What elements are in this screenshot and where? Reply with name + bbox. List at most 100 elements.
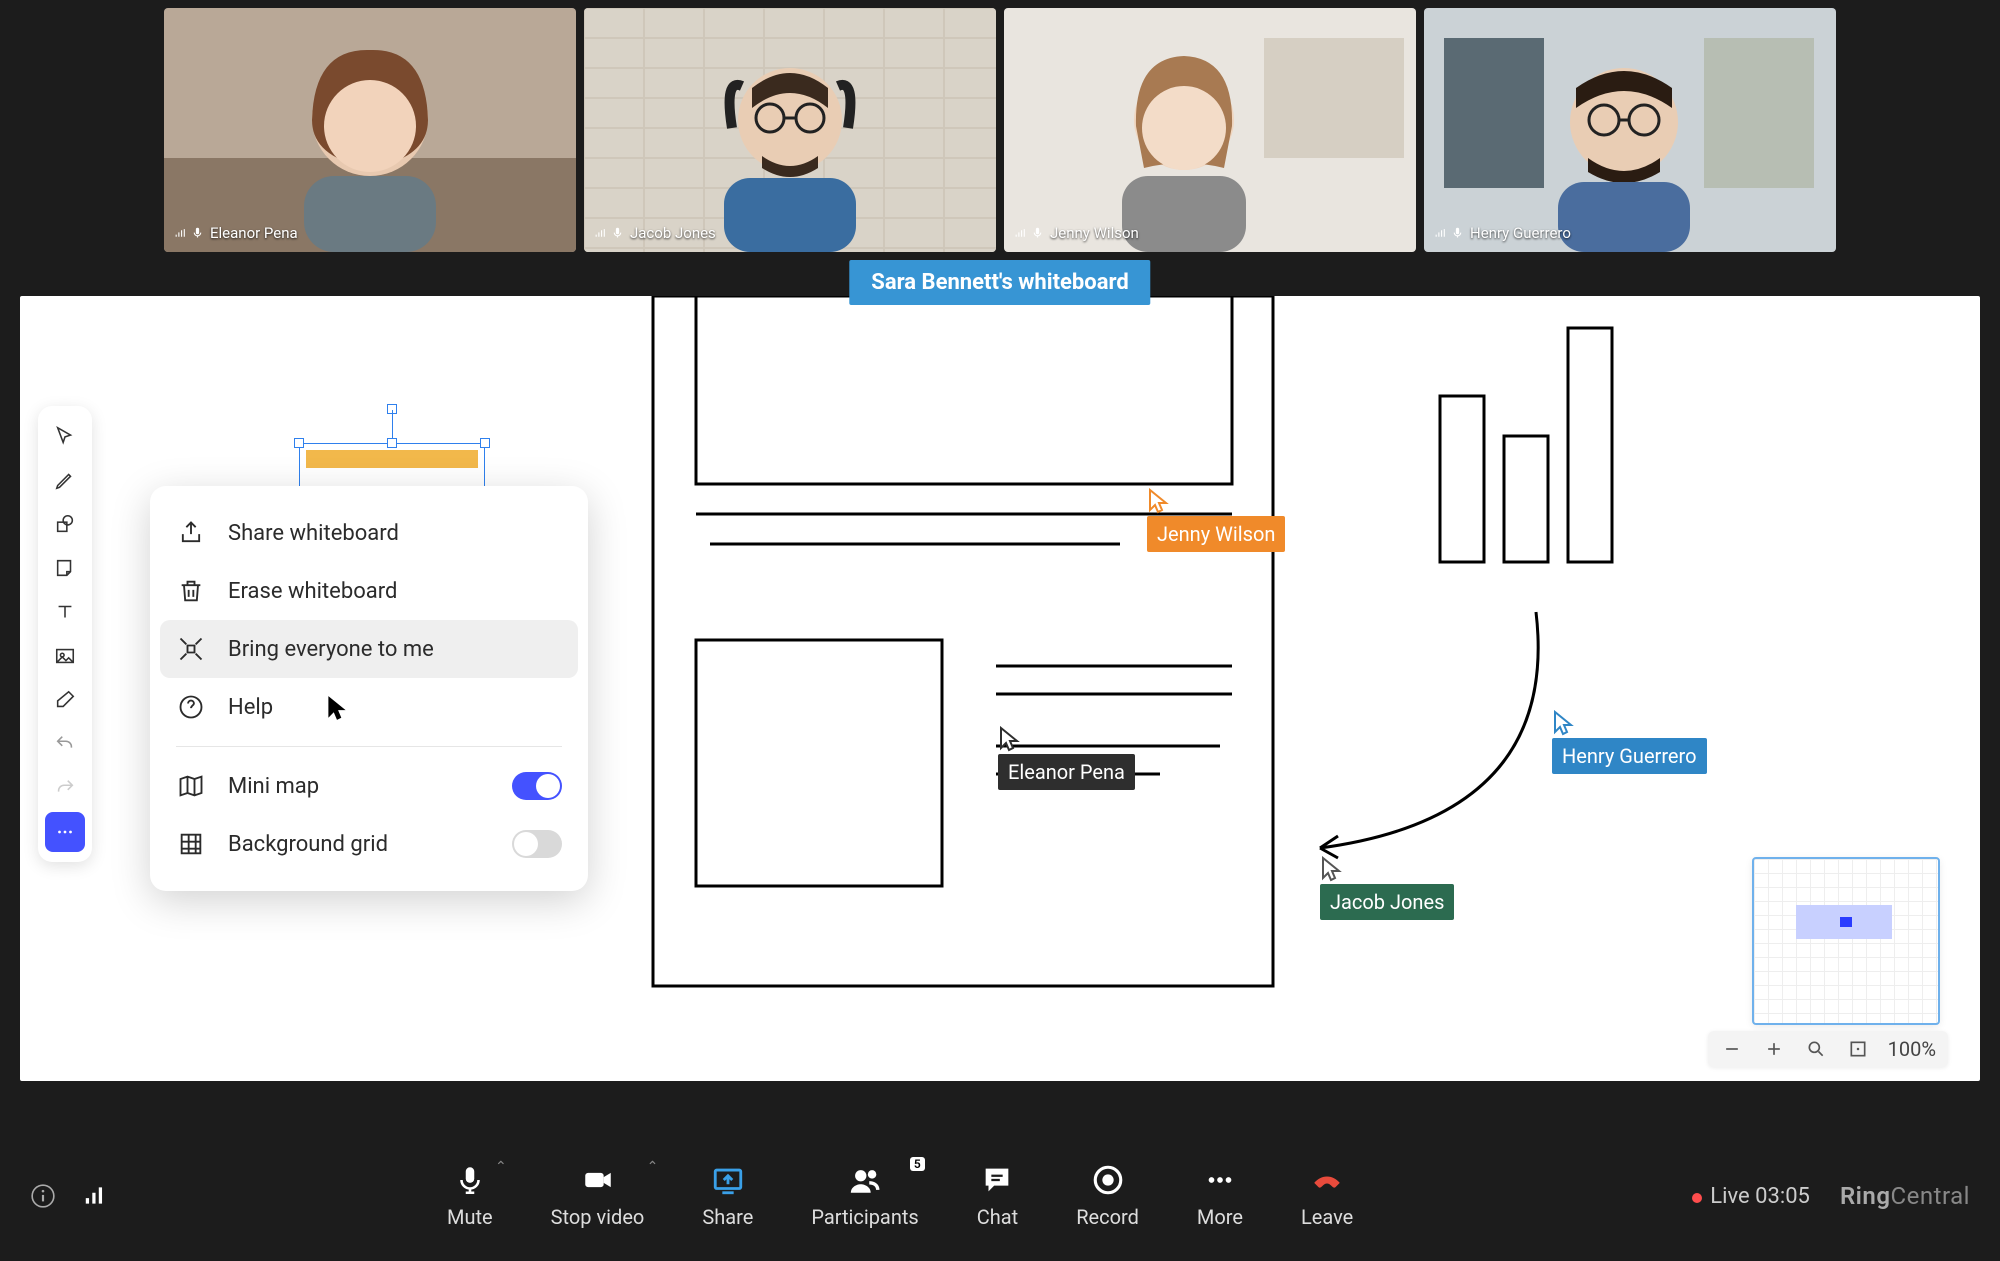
record-icon — [1091, 1163, 1125, 1197]
microphone-icon — [453, 1163, 487, 1197]
collaborator-cursor-jacob: Jacob Jones — [1320, 856, 1454, 920]
leave-button[interactable]: Leave — [1301, 1163, 1353, 1229]
chevron-up-icon[interactable]: ⌃ — [495, 1159, 507, 1175]
info-icon[interactable] — [30, 1183, 56, 1209]
share-button[interactable]: Share — [702, 1163, 753, 1229]
zoom-in-button[interactable] — [1762, 1037, 1786, 1061]
cursor-icon — [326, 694, 348, 722]
minimap-toggle-row[interactable]: Mini map — [160, 757, 578, 815]
menu-item-label: Erase whiteboard — [228, 579, 397, 604]
minimap-toggle[interactable] — [512, 772, 562, 800]
stop-video-button[interactable]: ⌃ Stop video — [551, 1163, 645, 1229]
collaborator-name-tag: Jacob Jones — [1320, 884, 1454, 920]
participant-name: Henry Guerrero — [1470, 224, 1571, 242]
pen-tool[interactable] — [45, 460, 85, 500]
more-icon — [1203, 1163, 1237, 1197]
more-options-button[interactable] — [45, 812, 85, 852]
signal-icon — [594, 227, 607, 240]
record-dot-icon — [1692, 1193, 1702, 1203]
bring-everyone-item[interactable]: Bring everyone to me — [160, 620, 578, 678]
control-label: Record — [1076, 1205, 1139, 1229]
image-tool[interactable] — [45, 636, 85, 676]
map-icon — [176, 771, 206, 801]
shape-fill — [306, 450, 478, 468]
collaborator-name-tag: Eleanor Pena — [998, 754, 1135, 790]
menu-item-label: Share whiteboard — [228, 521, 399, 546]
redo-button[interactable] — [45, 768, 85, 808]
people-icon — [848, 1163, 882, 1197]
live-indicator: Live 03:05 — [1692, 1184, 1810, 1209]
participants-button[interactable]: 5 Participants — [811, 1163, 918, 1229]
signal-icon — [1014, 227, 1027, 240]
trash-icon — [176, 576, 206, 606]
more-button[interactable]: More — [1197, 1163, 1243, 1229]
participant-label: Eleanor Pena — [174, 224, 298, 242]
shapes-tool[interactable] — [45, 504, 85, 544]
gather-icon — [176, 634, 206, 664]
control-label: Mute — [447, 1205, 493, 1229]
collaborator-name-tag: Henry Guerrero — [1552, 738, 1707, 774]
help-item[interactable]: Help — [160, 678, 578, 736]
chat-button[interactable]: Chat — [977, 1163, 1018, 1229]
control-label: Stop video — [551, 1205, 645, 1229]
share-screen-icon — [711, 1163, 745, 1197]
control-label: Leave — [1301, 1205, 1353, 1229]
minimap[interactable] — [1752, 857, 1940, 1025]
bg-grid-toggle-row[interactable]: Background grid — [160, 815, 578, 873]
erase-whiteboard-item[interactable]: Erase whiteboard — [160, 562, 578, 620]
share-icon — [176, 518, 206, 548]
menu-item-label: Mini map — [228, 774, 319, 799]
share-whiteboard-item[interactable]: Share whiteboard — [160, 504, 578, 562]
brand-logo: RingCentral — [1840, 1182, 1970, 1210]
collaborator-name-tag: Jenny Wilson — [1147, 516, 1285, 552]
participant-tile[interactable]: Jenny Wilson — [1004, 8, 1416, 252]
zoom-fit-button[interactable] — [1846, 1037, 1870, 1061]
control-label: Participants — [811, 1205, 918, 1229]
zoom-out-button[interactable] — [1720, 1037, 1744, 1061]
participant-count-badge: 5 — [910, 1157, 925, 1171]
pointer-tool[interactable] — [45, 416, 85, 456]
text-tool[interactable] — [45, 592, 85, 632]
chat-icon — [980, 1163, 1014, 1197]
collaborator-cursor-eleanor: Eleanor Pena — [998, 726, 1135, 790]
grid-icon — [176, 829, 206, 859]
meeting-control-bar: ⌃ Mute ⌃ Stop video Share 5 Participants… — [0, 1131, 2000, 1261]
bg-grid-toggle[interactable] — [512, 830, 562, 858]
participant-label: Jenny Wilson — [1014, 224, 1139, 242]
whiteboard-canvas[interactable]: Share whiteboard Erase whiteboard Bring … — [20, 296, 1980, 1081]
zoom-level: 100% — [1888, 1037, 1936, 1061]
menu-item-label: Bring everyone to me — [228, 637, 434, 662]
minimap-viewport — [1796, 905, 1892, 939]
mic-icon — [1451, 225, 1464, 240]
participant-label: Henry Guerrero — [1434, 224, 1571, 242]
participants-strip: Eleanor Pena Jacob Jones — [0, 0, 2000, 252]
camera-icon — [581, 1163, 615, 1197]
participant-tile[interactable]: Henry Guerrero — [1424, 8, 1836, 252]
participant-name: Jacob Jones — [630, 224, 716, 242]
help-icon — [176, 692, 206, 722]
collaborator-cursor-henry: Henry Guerrero — [1552, 710, 1707, 774]
menu-separator — [176, 746, 562, 747]
whiteboard-toolbar — [38, 406, 92, 862]
participant-name: Jenny Wilson — [1050, 224, 1139, 242]
signal-icon[interactable] — [82, 1183, 108, 1209]
participant-label: Jacob Jones — [594, 224, 716, 242]
zoom-search-button[interactable] — [1804, 1037, 1828, 1061]
whiteboard-title-badge: Sara Bennett's whiteboard — [849, 260, 1150, 305]
mute-button[interactable]: ⌃ Mute — [447, 1163, 493, 1229]
record-button[interactable]: Record — [1076, 1163, 1139, 1229]
chevron-up-icon[interactable]: ⌃ — [647, 1159, 659, 1175]
participant-name: Eleanor Pena — [210, 224, 298, 242]
options-menu: Share whiteboard Erase whiteboard Bring … — [150, 486, 588, 891]
signal-icon — [174, 227, 187, 240]
menu-item-label: Help — [228, 695, 273, 720]
participant-tile[interactable]: Eleanor Pena — [164, 8, 576, 252]
control-label: Chat — [977, 1205, 1018, 1229]
participant-tile[interactable]: Jacob Jones — [584, 8, 996, 252]
collaborator-cursor-jenny: Jenny Wilson — [1147, 488, 1285, 552]
eraser-tool[interactable] — [45, 680, 85, 720]
undo-button[interactable] — [45, 724, 85, 764]
hangup-icon — [1310, 1163, 1344, 1197]
signal-icon — [1434, 227, 1447, 240]
sticky-note-tool[interactable] — [45, 548, 85, 588]
